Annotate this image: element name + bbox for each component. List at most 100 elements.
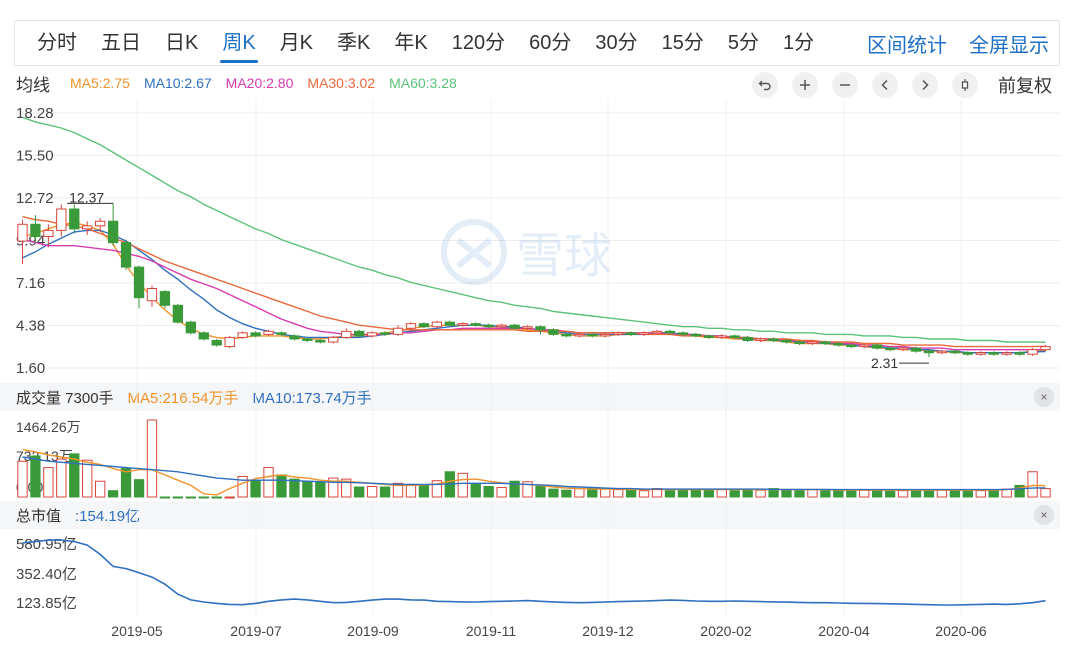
volume-bar: [95, 480, 106, 498]
candle-body: [328, 336, 339, 343]
candle-body: [897, 347, 909, 351]
candle-body: [315, 339, 326, 343]
candle-body: [962, 352, 973, 355]
volume-bar: [923, 490, 935, 498]
candle-body: [185, 321, 196, 334]
candle-body: [677, 332, 689, 335]
volume-bar: [211, 496, 222, 499]
candle-body: [768, 338, 779, 341]
market-cap-line: [22, 539, 1046, 606]
market-cap-tick-label: 352.40亿: [16, 566, 77, 583]
volume-bar: [120, 468, 132, 498]
volume-bar: [457, 472, 468, 498]
price-tick-label: 18.28: [16, 105, 54, 122]
watermark-logo-mark: [456, 237, 492, 269]
volume-bar: [794, 490, 805, 498]
candle-body: [470, 323, 481, 326]
volume-bar: [690, 489, 702, 498]
volume-bar: [910, 489, 922, 498]
volume-bar: [859, 489, 870, 498]
volume-bar: [315, 481, 326, 498]
volume-bar: [548, 488, 559, 498]
candle-body: [910, 347, 922, 352]
volume-bar: [289, 478, 300, 498]
candle-body: [496, 324, 507, 328]
volume-bar: [146, 419, 158, 498]
candle-body: [95, 220, 106, 227]
volume-bar: [729, 490, 740, 498]
volume-bar: [107, 490, 119, 498]
candle-body: [522, 326, 533, 329]
market-cap-tick-label: 123.85亿: [16, 595, 77, 612]
candle-body: [755, 338, 766, 341]
volume-bar: [561, 489, 572, 498]
candle-body: [794, 341, 805, 345]
candle-body: [561, 333, 572, 337]
price-tick-label: 15.50: [16, 148, 54, 165]
volume-bar: [379, 486, 391, 498]
candle-body: [742, 336, 753, 341]
price-tick-label: 7.16: [16, 275, 45, 292]
volume-bar: [172, 496, 184, 499]
candle-body: [107, 220, 119, 244]
candle-body: [548, 329, 559, 335]
candle-body: [198, 332, 209, 340]
volume-bar: [302, 480, 313, 498]
volume-bar: [613, 489, 624, 498]
candle-body: [664, 330, 676, 334]
candle-body: [535, 326, 546, 331]
time-tick-label: 2019-05: [111, 623, 163, 639]
candle-body: [625, 332, 637, 335]
volume-bar: [418, 484, 430, 498]
candle-body: [405, 323, 417, 329]
time-tick-label: 2020-02: [700, 623, 752, 639]
candle-body: [69, 208, 80, 230]
volume-bar: [30, 455, 41, 498]
time-tick-label: 2020-06: [935, 623, 987, 639]
time-tick-label: 2019-12: [582, 623, 634, 639]
volume-bar: [483, 485, 494, 498]
candle-body: [133, 266, 145, 299]
volume-bar: [263, 467, 274, 498]
volume-bar: [43, 467, 54, 498]
volume-bar: [1040, 488, 1051, 498]
volume-bar: [56, 458, 67, 498]
volume-bar: [159, 496, 171, 499]
candle-body: [379, 332, 391, 335]
candle-body: [263, 330, 274, 335]
volume-bar: [470, 482, 481, 498]
candle-body: [366, 332, 378, 337]
volume-bar: [755, 489, 766, 498]
watermark-text: 雪球: [516, 230, 612, 283]
candle-body: [988, 352, 999, 355]
candle-body: [418, 323, 430, 328]
kline-chart[interactable]: 雪球 18.2815.5012.729.947.164.381.60 12.37…: [0, 0, 1080, 650]
volume-bar: [872, 490, 883, 498]
candle-body: [613, 332, 624, 335]
volume-bar: [664, 490, 676, 498]
candle-body: [729, 335, 740, 338]
candle-body: [17, 223, 28, 242]
candle-body: [638, 332, 650, 335]
candle-body: [172, 304, 184, 323]
candle-body: [923, 350, 935, 354]
volume-bar: [1027, 471, 1038, 498]
volume-bar: [949, 490, 961, 498]
candle-body: [690, 333, 702, 337]
candle-body: [587, 333, 598, 337]
candle-body: [56, 208, 67, 231]
volume-bar: [884, 490, 896, 498]
candle-body: [224, 336, 235, 348]
volume-bar: [276, 474, 287, 498]
candle-body: [872, 344, 883, 349]
candle-body: [703, 335, 714, 338]
price-tick-label: 12.72: [16, 190, 54, 207]
candle-body: [936, 350, 948, 354]
volume-bar: [988, 489, 999, 498]
time-tick-label: 2019-07: [230, 623, 282, 639]
volume-bar: [366, 485, 378, 498]
volume-bar: [807, 489, 818, 498]
volume-bar: [703, 489, 714, 498]
volume-bar: [198, 496, 209, 499]
candle-body: [1001, 352, 1012, 355]
